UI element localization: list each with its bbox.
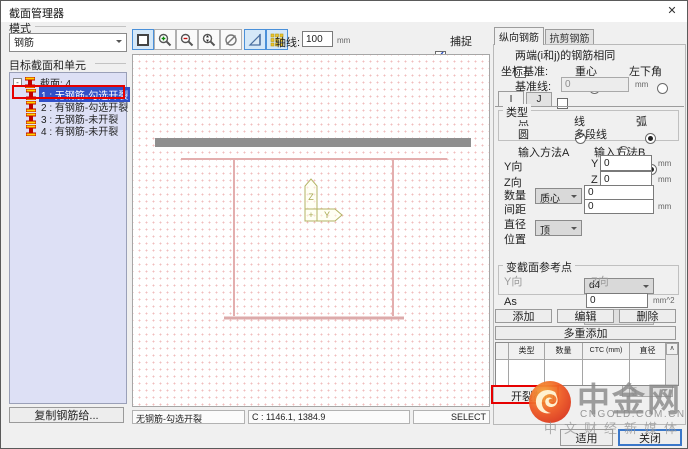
target-separator <box>95 63 126 64</box>
axis-origin-label: + <box>308 210 313 220</box>
zoom-dynamic-button[interactable] <box>198 29 220 50</box>
table-header-ctc: CTC (mm) <box>583 343 629 360</box>
snap-label: 捕捉 <box>450 36 472 48</box>
y-label: Y <box>591 158 599 170</box>
as-unit: mm^2 <box>653 296 675 305</box>
apply-button[interactable]: 适用 <box>560 429 613 446</box>
axis-label: 轴线: <box>275 37 301 49</box>
zoom-in-icon <box>158 33 172 46</box>
ref-z-label: Z向 <box>591 276 609 288</box>
tree-item-label: 4 : 有钢筋-未开裂 <box>41 126 119 138</box>
y-dir-select[interactable]: 质心 <box>535 188 582 204</box>
status-mode: SELECT <box>413 410 490 424</box>
mode-select-value: 钢筋 <box>14 38 34 49</box>
rotate-view-button[interactable] <box>220 29 242 50</box>
zoom-fit-button[interactable] <box>132 29 154 50</box>
z-dir-select[interactable]: 顶 <box>535 220 582 236</box>
axis-input[interactable] <box>302 31 333 47</box>
edit-button[interactable]: 编辑 <box>557 309 614 323</box>
spacing-label: 间距 <box>504 204 526 216</box>
dialog-title: 截面管理器 <box>9 8 64 20</box>
zoom-dynamic-icon <box>202 33 216 46</box>
scroll-up-icon[interactable]: ∧ <box>666 343 678 355</box>
tree-item[interactable]: 4 : 有钢筋-未开裂 <box>26 124 120 138</box>
ref-z-value: 顶 <box>627 388 637 397</box>
ref-y-label: Y向 <box>504 276 523 288</box>
collapse-icon[interactable]: - <box>13 77 22 87</box>
zoom-in-button[interactable] <box>154 29 176 50</box>
section-tree: - 截面: 4 1 : 无钢筋-勾选开裂 2 : 有钢筋-勾选开裂 3: 无钢… <box>9 72 131 404</box>
rebar-table: 类型 数量 CTC (mm) 直径 ∧ <box>495 342 679 386</box>
type-arc-label: 弧 <box>636 116 647 128</box>
zoom-fit-icon <box>137 33 149 46</box>
y-input[interactable] <box>600 155 652 171</box>
table-header-diameter: 直径 <box>630 343 665 360</box>
axis-z-label: Z <box>308 192 314 202</box>
baseline-unit: mm <box>635 80 649 89</box>
z-dir-value: 顶 <box>540 226 550 236</box>
type-polyline-label: 多段线 <box>574 129 607 141</box>
as-label: As <box>504 296 517 308</box>
ibeam-icon <box>26 124 36 136</box>
zoom-out-button[interactable] <box>176 29 198 50</box>
normal-view-icon <box>248 33 261 46</box>
ibeam-icon <box>26 88 36 100</box>
multi-add-button[interactable]: 多重添加 <box>495 326 676 340</box>
gray-bar <box>155 138 471 147</box>
quantity-input[interactable] <box>584 185 654 200</box>
same-ends-label: 两端(i和j)的钢筋相同 <box>515 50 616 62</box>
spacing-input[interactable] <box>584 199 654 214</box>
spacing-unit: mm <box>658 202 672 211</box>
delete-button[interactable]: 删除 <box>619 309 676 323</box>
rotate-view-icon <box>225 33 237 46</box>
table-header-type: 类型 <box>509 343 544 360</box>
coord-base-corner-label: 左下角 <box>629 66 662 78</box>
status-section-name: 无钢筋-勾选开裂 <box>132 410 245 424</box>
tab-label: 抗剪钢筋 <box>549 34 590 45</box>
axis-unit: mm <box>337 36 351 45</box>
z-unit: mm <box>658 175 672 184</box>
tab-label: J <box>536 94 542 105</box>
ibeam-icon <box>25 76 35 88</box>
y-unit: mm <box>658 159 672 168</box>
mode-separator <box>35 26 126 27</box>
copy-rebar-button[interactable]: 复制钢筋给... <box>9 407 124 423</box>
diameter-label: 直径 <box>504 219 526 231</box>
status-coordinates: C : 1146.1, 1384.9 <box>248 410 410 424</box>
ibeam-icon <box>26 100 36 112</box>
close-icon[interactable]: ✕ <box>663 4 681 19</box>
type-group-legend: 类型 <box>503 104 531 120</box>
normal-view-button[interactable] <box>244 29 266 50</box>
axis-symbol: Z Y + <box>304 178 343 222</box>
table-scrollbar[interactable]: ∧ <box>666 343 678 385</box>
table-header <box>496 343 508 360</box>
baseline-checkbox[interactable] <box>557 98 569 109</box>
input-method-a-label: 输入方法A <box>518 147 570 159</box>
y-dir-label: Y向 <box>504 161 523 173</box>
zoom-out-icon <box>180 33 194 46</box>
baseline-input[interactable] <box>561 77 629 92</box>
titlebar: 截面管理器 ✕ <box>1 1 687 22</box>
close-button[interactable]: 关闭 <box>618 429 682 446</box>
y-dir-value: 质心 <box>540 194 560 204</box>
ref-point-group-legend: 变截面参考点 <box>503 259 575 275</box>
section-canvas[interactable]: Z Y + <box>132 54 490 407</box>
coord-base-label: 坐标基准: <box>501 66 549 78</box>
target-section-label: 目标截面和单元 <box>9 60 86 72</box>
cracked-section-label: 开裂截面 <box>511 391 555 403</box>
as-input[interactable] <box>586 293 648 308</box>
section-manager-dialog: 截面管理器 ✕ 模式 钢筋 目标截面和单元 - 截面: 4 1 : 无钢筋-勾选… <box>0 0 688 449</box>
add-button[interactable]: 添加 <box>495 309 552 323</box>
ibeam-icon <box>26 112 36 124</box>
axis-y-label: Y <box>324 210 330 220</box>
tab-shear-rebar[interactable]: 抗剪钢筋 <box>545 29 594 45</box>
tab-label: 纵向钢筋 <box>499 33 539 44</box>
tab-label: I <box>509 93 513 105</box>
mode-select[interactable]: 钢筋 <box>9 33 127 52</box>
position-label: 位置 <box>504 234 526 246</box>
type-circle-label: 圆 <box>518 129 529 141</box>
section-drawing: Z Y + <box>155 138 471 320</box>
tab-longitudinal-rebar[interactable]: 纵向钢筋 <box>494 27 544 45</box>
table-header-quantity: 数量 <box>545 343 582 360</box>
